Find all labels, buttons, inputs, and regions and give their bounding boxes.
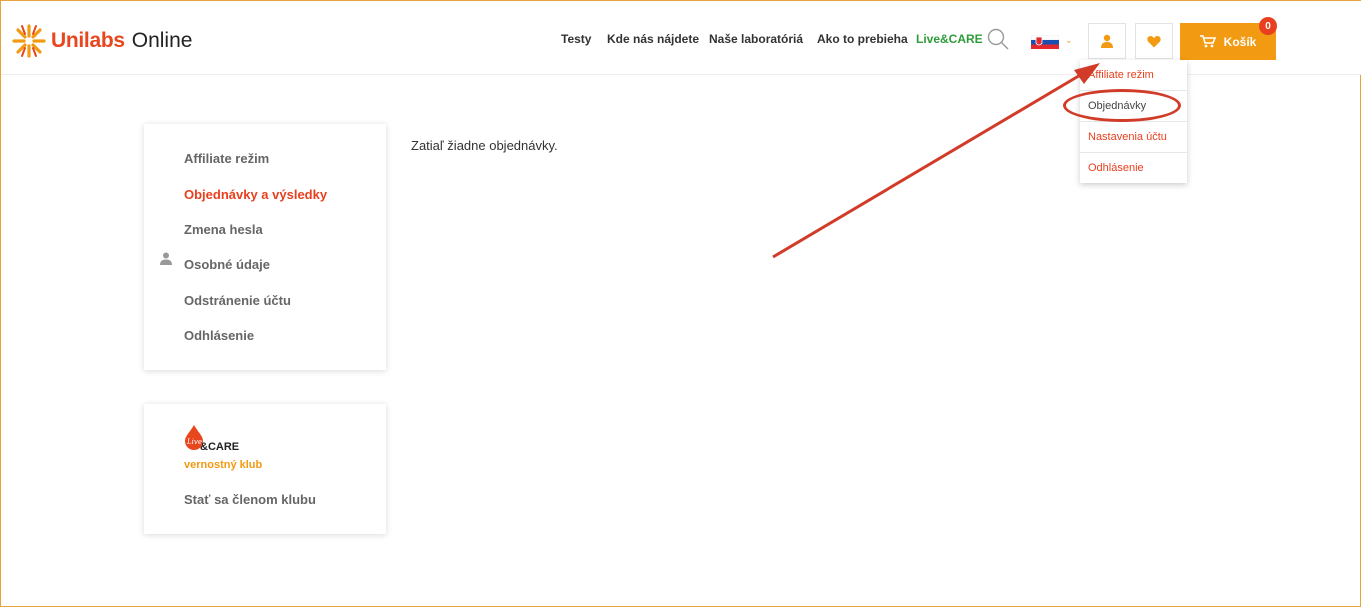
person-icon [160, 252, 172, 265]
heart-icon [1147, 35, 1161, 47]
nav-nase-laboratoria[interactable]: Naše laboratóriá [709, 32, 803, 46]
live-care-name: &CARE [200, 441, 240, 453]
dropdown-item-account-settings[interactable]: Nastavenia účtu [1080, 122, 1187, 153]
account-sidebar: Affiliate režim Objednávky a výsledky Zm… [144, 124, 386, 370]
nav-live-care[interactable]: Live&CARE [916, 32, 983, 46]
sidebar-item-personal-data[interactable]: Osobné údaje [184, 257, 270, 272]
cart-label: Košík [1223, 34, 1257, 49]
sidebar-item-logout[interactable]: Odhlásenie [184, 328, 254, 343]
brand-suffix: Online [131, 29, 193, 52]
sidebar-item-change-password[interactable]: Zmena hesla [184, 222, 263, 237]
live-care-logo: Live &CARE [184, 424, 239, 455]
nav-testy[interactable]: Testy [561, 32, 591, 46]
sidebar-item-delete-account[interactable]: Odstránenie účtu [184, 293, 291, 308]
brand-name: Unilabs [51, 29, 125, 52]
user-button[interactable] [1088, 23, 1126, 59]
user-icon [1101, 34, 1113, 48]
search-icon[interactable] [987, 28, 1009, 50]
annotation-circle [1063, 89, 1181, 122]
sidebar-item-orders-results[interactable]: Objednávky a výsledky [184, 187, 327, 202]
nav-kde-nas-najdete[interactable]: Kde nás nájdete [607, 32, 699, 46]
dropdown-item-affiliate[interactable]: Affiliate režim [1080, 60, 1187, 91]
nav-ako-to-prebieha[interactable]: Ako to prebieha [817, 32, 908, 46]
dropdown-item-logout[interactable]: Odhlásenie [1080, 153, 1187, 183]
cart-count-badge: 0 [1259, 17, 1277, 35]
club-subtitle: vernostný klub [184, 459, 263, 471]
empty-orders-message: Zatiaľ žiadne objednávky. [411, 138, 558, 153]
slovak-flag-icon[interactable] [1031, 35, 1059, 49]
sidebar-item-affiliate[interactable]: Affiliate režim [184, 151, 269, 166]
chevron-down-icon[interactable]: ⌄ [1065, 35, 1075, 45]
unilabs-logo-icon [12, 24, 46, 58]
logo[interactable]: Unilabs Online [11, 23, 192, 59]
loyalty-club-card: Live &CARE vernostný klub Stať sa členom… [144, 404, 386, 534]
favorites-button[interactable] [1135, 23, 1173, 59]
cart-icon [1199, 35, 1216, 48]
join-club-link[interactable]: Stať sa členom klubu [184, 492, 316, 507]
